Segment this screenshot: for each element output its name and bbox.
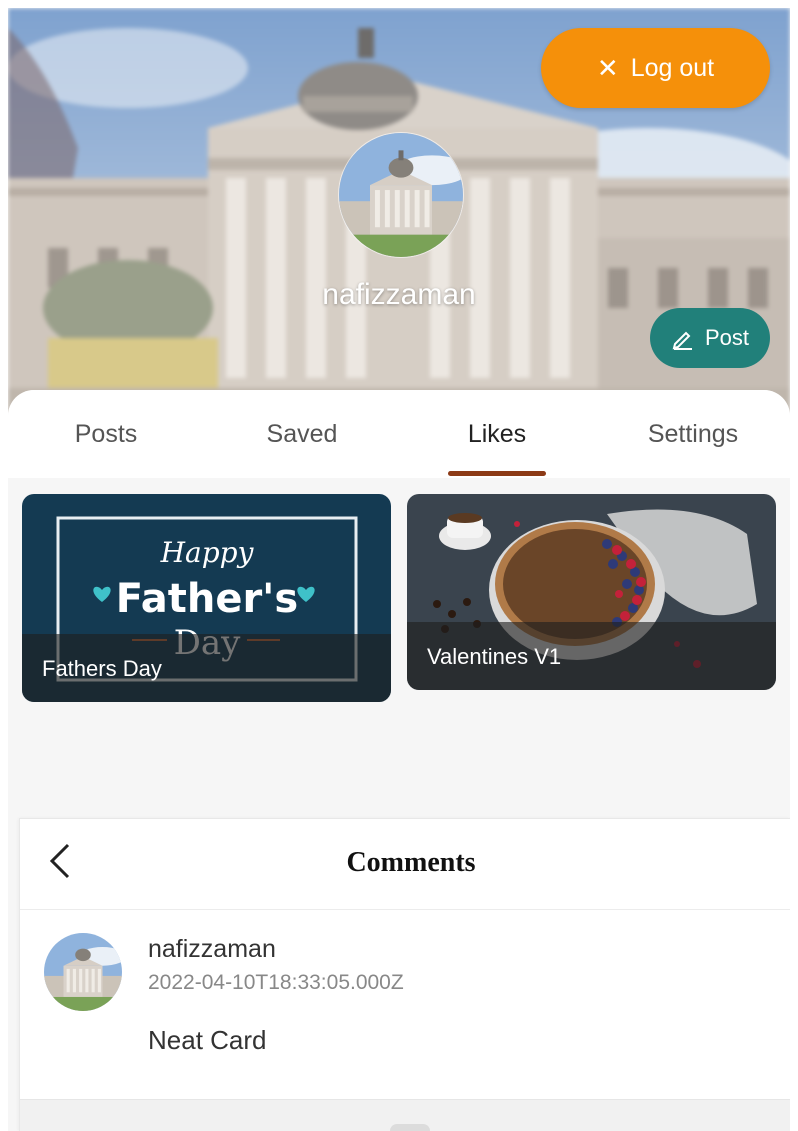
comments-panel: Comments nafizzaman 2022-04-10T18:33:05.… bbox=[19, 818, 790, 1131]
tab-likes[interactable]: Likes bbox=[399, 420, 595, 449]
avatar[interactable] bbox=[44, 933, 122, 1011]
tab-settings[interactable]: Settings bbox=[595, 420, 790, 449]
card-valentines[interactable]: Valentines V1 bbox=[407, 494, 776, 690]
comment-timestamp: 2022-04-10T18:33:05.000Z bbox=[148, 971, 404, 994]
svg-text:Happy: Happy bbox=[160, 536, 255, 569]
comment-input-bar[interactable] bbox=[20, 1099, 790, 1131]
profile-avatar[interactable] bbox=[338, 132, 464, 258]
card-title: Fathers Day bbox=[42, 656, 162, 681]
card-fathers-day[interactable]: Happy Father's Day Fathers Day bbox=[22, 494, 391, 702]
profile-username: nafizzaman bbox=[322, 278, 476, 311]
profile-tabs: Posts Saved Likes Settings bbox=[8, 390, 790, 478]
logout-button[interactable]: ✕ Log out bbox=[541, 28, 770, 108]
tab-posts[interactable]: Posts bbox=[8, 420, 204, 449]
profile-header: ✕ Log out nafizzaman Post bbox=[8, 8, 790, 418]
post-button[interactable]: Post bbox=[650, 308, 770, 368]
active-tab-indicator bbox=[448, 471, 546, 476]
profile-page: ✕ Log out nafizzaman Post Posts Saved Li… bbox=[8, 8, 790, 1131]
pencil-icon bbox=[672, 331, 692, 350]
post-label: Post bbox=[704, 325, 750, 350]
logout-label: Log out bbox=[630, 53, 715, 82]
card-title: Valentines V1 bbox=[427, 644, 562, 669]
comment-author[interactable]: nafizzaman bbox=[148, 935, 276, 964]
svg-text:Father's: Father's bbox=[116, 576, 298, 622]
tab-saved[interactable]: Saved bbox=[204, 420, 400, 449]
close-icon: ✕ bbox=[596, 53, 619, 83]
comments-title: Comments bbox=[346, 847, 476, 878]
comment-text: Neat Card bbox=[148, 1025, 267, 1055]
comments-header: Comments bbox=[20, 819, 790, 910]
